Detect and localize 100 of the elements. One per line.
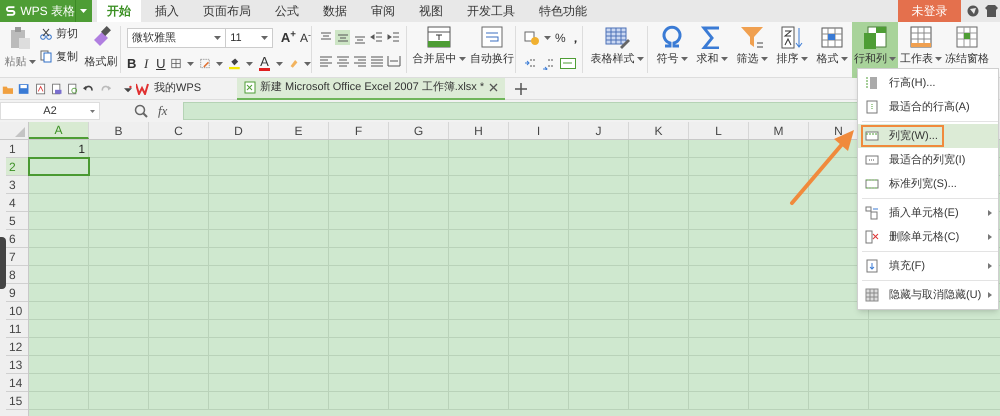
column-header[interactable]: I [509,122,569,139]
ribbon-tab[interactable]: 审阅 [361,0,405,22]
caret-icon [800,57,808,62]
spreadsheet-icon [244,81,256,94]
column-header[interactable]: K [629,122,689,139]
caret-icon [680,57,688,62]
fill-color-icon [229,56,240,72]
ribbon-tab[interactable]: 视图 [409,0,453,22]
column-header[interactable]: B [89,122,149,139]
shrink-font-button[interactable]: A$^{-}$ [300,29,311,47]
row-header[interactable]: 13 [6,356,28,374]
column-header[interactable]: E [269,122,329,139]
selected-cell[interactable] [29,158,89,175]
caret-icon [636,57,644,62]
row-height-icon [865,76,879,90]
column-header[interactable]: D [209,122,269,139]
pdf-icon[interactable] [34,82,46,96]
save-icon[interactable] [18,82,30,96]
ribbon-tab[interactable]: 特色功能 [529,0,597,22]
ribbon-button[interactable]: 自动换行 [467,22,517,78]
menu-item[interactable]: 填充(F) [858,254,998,278]
table-cell: 1 [29,140,89,157]
ribbon-button[interactable]: 求和 [692,22,732,78]
ribbon-tab[interactable]: 开始 [97,0,141,22]
wrap-text-icon [479,25,505,49]
menu-item[interactable]: 隐藏与取消隐藏(U) [858,283,998,307]
font-name-field[interactable]: 微软雅黑 [127,28,226,48]
caret-icon [246,62,254,66]
clipboard-icon [9,26,31,50]
column-header[interactable]: L [689,122,749,139]
caret-icon [304,62,311,66]
ribbon-tab[interactable]: 页面布局 [193,0,261,22]
menu-item[interactable]: 最适合的列宽(I) [858,148,998,172]
copy-icon [40,50,52,64]
column-header[interactable]: F [329,122,389,139]
row-header[interactable]: 11 [6,320,28,338]
document-tab[interactable]: 新建 Microsoft Office Excel 2007 工作簿.xlsx * [237,78,505,100]
delete-cells-icon [865,230,879,244]
ribbon-button[interactable]: 筛选 [732,22,772,78]
decrease-indent-icon [370,30,384,44]
grow-font-button[interactable]: A$^{+}$ [280,28,296,48]
caret-icon [216,62,224,66]
percent-button[interactable]: % [555,29,566,47]
ribbon-button[interactable]: 表格样式 [587,22,647,78]
comma-style-button[interactable]: ， [570,29,582,47]
row-header[interactable]: 3 [6,176,28,194]
column-header[interactable]: H [449,122,509,139]
row-header[interactable]: 15 [6,392,28,410]
close-icon [489,83,498,92]
bold-button[interactable]: B [127,54,136,74]
column-header[interactable]: J [569,122,629,139]
distribute-icon [386,54,400,68]
italic-button[interactable]: I [142,54,150,74]
ribbon-tab[interactable]: 开发工具 [457,0,525,22]
row-header[interactable]: 14 [6,374,28,392]
font-size-field[interactable]: 11 [226,28,273,48]
print-icon[interactable] [50,82,62,96]
ribbon-button[interactable]: 排序 [772,22,812,78]
name-box[interactable]: A2 [0,102,100,120]
row-header[interactable]: 10 [6,302,28,320]
wps-logo-icon [136,82,150,94]
menu-item[interactable]: 标准列宽(S)... [858,172,998,196]
shirt-icon [985,5,998,17]
row-header[interactable]: 12 [6,338,28,356]
column-header[interactable]: G [389,122,449,139]
ribbon-tab[interactable]: 数据 [313,0,357,22]
font-color-button[interactable]: A [259,56,270,72]
fill-down-icon [865,259,879,273]
cut-button[interactable]: 剪切 [40,26,78,42]
ribbon-button[interactable]: 符号 [652,22,692,78]
insert-function-button[interactable]: fx [158,101,168,121]
currency-icon [524,30,540,46]
align-right-icon [352,54,366,68]
ribbon-tab[interactable]: 公式 [265,0,309,22]
autofit-row-icon [865,100,879,114]
underline-button[interactable]: U [156,54,166,74]
decrease-decimal-icon [542,57,555,70]
preview-icon[interactable] [67,82,78,96]
document-tab[interactable]: 我的WPS [132,78,237,100]
format-painter-button[interactable]: 格式刷 [82,26,120,70]
caret-icon [840,57,848,62]
caret-icon [80,9,88,13]
eraser-icon [288,57,298,70]
number-format-icon [560,58,576,69]
menu-item[interactable]: 删除单元格(C) [858,225,998,249]
menu-item[interactable]: 插入单元格(E) [858,201,998,225]
new-tab-icon[interactable] [515,82,527,94]
row-header[interactable]: 5 [6,212,28,230]
side-panel-handle[interactable] [0,237,6,289]
menu-item[interactable]: 列宽(W)... [858,124,998,148]
copy-button[interactable]: 复制 [40,48,78,65]
ribbon-tab[interactable]: 插入 [145,0,189,22]
ribbon-button[interactable]: 格式 [812,22,852,78]
row-header[interactable]: 4 [6,194,28,212]
menu-item[interactable]: 最适合的行高(A) [858,95,998,119]
ribbon-button[interactable]: 合并居中 [411,22,467,78]
column-header[interactable]: C [149,122,209,139]
column-width-icon [865,129,879,143]
logo-icon [5,5,16,17]
column-header[interactable]: M [749,122,809,139]
